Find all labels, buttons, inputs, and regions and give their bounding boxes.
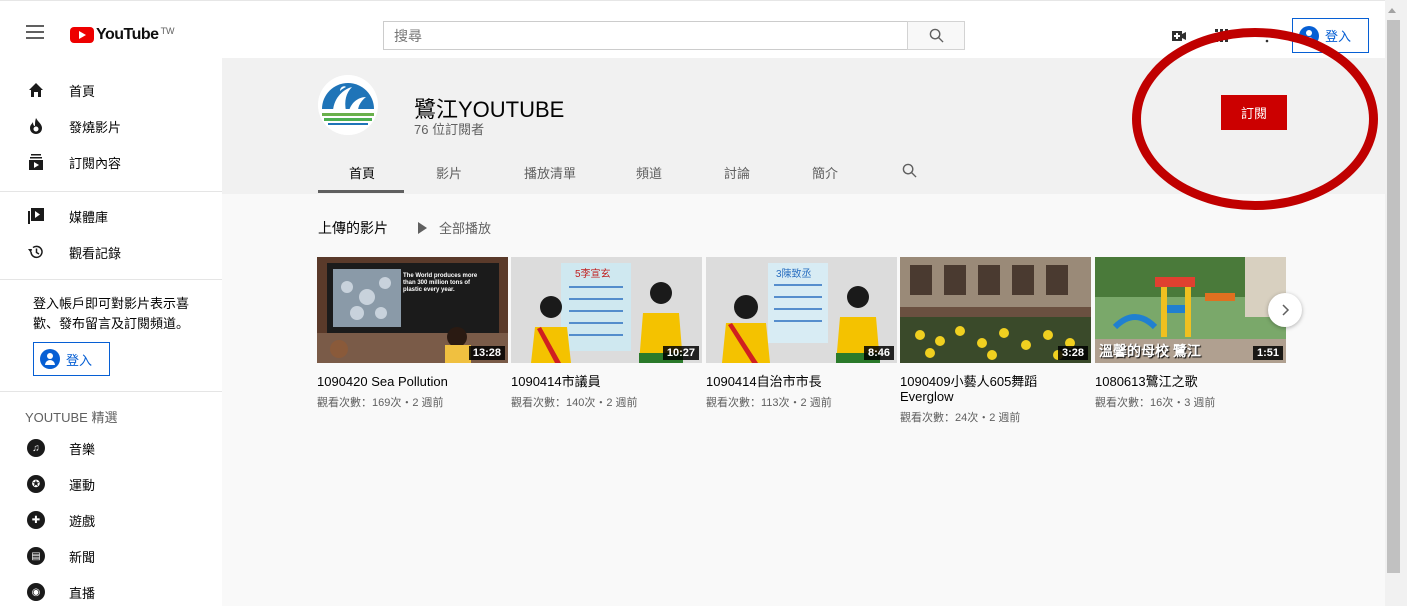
sidebar-item-history[interactable]: 觀看記錄 [0,234,222,270]
create-video-icon[interactable] [1172,29,1186,43]
video-card[interactable]: 5李宣玄 10:27 1090414市議員 觀看次數：140次・2 週前 [511,257,702,410]
signin-prompt-text: 登入帳戶即可對影片表示喜歡、發布留言及訂閱頻道。 [33,296,190,331]
featured-section-title: YOUTUBE 精選 [25,410,118,425]
play-logo-icon [70,27,94,43]
music-icon: ♫ [27,439,45,457]
thumbnail-text: The World produces more than 300 million… [403,273,478,293]
channel-search-icon[interactable] [902,163,917,178]
history-icon [27,243,45,261]
tab-videos[interactable]: 影片 [436,163,462,182]
sidebar-item-news[interactable]: ▤ 新聞 [0,538,222,574]
signin-label: 登入 [66,352,93,368]
video-title[interactable]: 1090414市議員 [511,374,702,389]
subscriber-count: 76 位訂閱者 [414,122,485,137]
search-input[interactable] [383,21,907,50]
video-thumbnail[interactable]: The World produces more than 300 million… [317,257,508,363]
gaming-icon: ✚ [27,511,45,529]
thumbnail-text: 溫馨的母校 鷺江 [1099,343,1201,359]
video-title[interactable]: 1080613鷺江之歌 [1095,374,1286,389]
tab-discussion[interactable]: 討論 [724,163,750,182]
video-meta: 觀看次數：24次・2 週前 [900,412,1021,424]
sidebar-item-trending[interactable]: 發燒影片 [0,108,222,144]
search-box [383,21,965,50]
sidebar-item-live[interactable]: ◉ 直播 [0,574,222,610]
thumbnail-text: 3陳致丞 [776,269,812,280]
logo-region: TW [160,26,175,36]
signin-label: 登入 [1325,29,1352,44]
play-icon [418,221,427,234]
annotation-circle [1132,28,1378,210]
search-icon [929,28,944,43]
sidebar-item-label: 直播 [69,585,96,601]
logo-text: YouTube [96,26,159,43]
video-card[interactable]: 3:28 1090409小藝人605舞蹈 Everglow 觀看次數：24次・2… [900,257,1091,425]
sidebar-divider [0,191,222,192]
tab-playlists[interactable]: 播放清單 [524,163,576,182]
scrollbar-thumb[interactable] [1387,20,1400,573]
sidebar-divider [0,391,222,392]
sidebar-item-subscriptions[interactable]: 訂閱內容 [0,144,222,180]
video-thumbnail[interactable]: 3陳致丞 8:46 [706,257,897,363]
sidebar-item-home[interactable]: 首頁 [0,72,222,108]
sidebar-item-gaming[interactable]: ✚ 遊戲 [0,502,222,538]
video-title[interactable]: 1090409小藝人605舞蹈 Everglow [900,374,1091,404]
video-thumbnail[interactable]: 5李宣玄 10:27 [511,257,702,363]
sidebar-divider [0,279,222,280]
sidebar-signin-button[interactable]: 登入 [33,342,110,376]
video-card[interactable]: 3陳致丞 8:46 1090414自治市市長 觀看次數：113次・2 週前 [706,257,897,410]
sidebar-item-label: 運動 [69,477,96,493]
video-meta: 觀看次數：169次・2 週前 [317,397,444,409]
sports-icon: ✪ [27,475,45,493]
play-all-button[interactable]: 全部播放 [418,218,491,237]
trending-icon [27,117,45,135]
home-icon [27,81,45,99]
youtube-logo[interactable]: YouTube TW [70,27,175,45]
tab-home[interactable]: 首頁 [349,163,375,182]
video-title[interactable]: 1090420 Sea Pollution [317,374,508,389]
video-meta: 觀看次數：16次・3 週前 [1095,397,1216,409]
video-thumbnail[interactable]: 3:28 [900,257,1091,363]
play-all-label: 全部播放 [439,221,492,236]
scroll-up-arrow-icon[interactable] [1388,8,1396,13]
video-duration: 1:51 [1252,346,1283,360]
sidebar-item-sports[interactable]: ✪ 運動 [0,466,222,502]
sidebar-item-label: 新聞 [69,549,96,565]
uploads-section-title[interactable]: 上傳的影片 [318,218,388,238]
sidebar: 首頁 發燒影片 訂閱內容 媒體庫 觀看記錄 登入帳戶即可對影片表示喜歡、發布留言… [0,58,222,606]
account-icon [40,349,60,369]
video-meta: 觀看次數：113次・2 週前 [706,397,832,409]
library-icon [27,207,45,225]
tab-channels[interactable]: 頻道 [636,163,662,182]
video-duration: 8:46 [863,346,894,360]
tab-about[interactable]: 簡介 [812,163,838,182]
video-card[interactable]: The World produces more than 300 million… [317,257,508,410]
thumbnail-text: 5李宣玄 [575,269,611,280]
sidebar-item-label: 首頁 [69,83,96,99]
sidebar-item-label: 觀看記錄 [69,245,122,261]
sidebar-item-label: 訂閱內容 [69,155,122,171]
sidebar-item-label: 遊戲 [69,513,96,529]
carousel-next-button[interactable] [1268,293,1302,327]
sidebar-item-label: 音樂 [69,441,96,457]
search-button[interactable] [907,21,965,50]
channel-avatar[interactable] [318,75,378,135]
subscriptions-icon [27,153,45,171]
sidebar-item-label: 發燒影片 [69,119,122,135]
chevron-right-icon [1282,304,1290,316]
video-title[interactable]: 1090414自治市市長 [706,374,897,389]
live-icon: ◉ [27,583,45,601]
video-meta: 觀看次數：140次・2 週前 [511,397,638,409]
video-duration: 3:28 [1057,346,1088,360]
news-icon: ▤ [27,547,45,565]
active-tab-indicator [318,190,404,193]
sidebar-item-library[interactable]: 媒體庫 [0,198,222,234]
menu-icon[interactable] [26,25,44,39]
video-card[interactable]: 溫馨的母校 鷺江 1:51 1080613鷺江之歌 觀看次數：16次・3 週前 [1095,257,1286,410]
video-thumbnail[interactable]: 溫馨的母校 鷺江 1:51 [1095,257,1286,363]
video-duration: 10:27 [662,346,699,360]
sidebar-item-music[interactable]: ♫ 音樂 [0,430,222,466]
video-duration: 13:28 [468,346,505,360]
sidebar-item-label: 媒體庫 [69,209,109,225]
